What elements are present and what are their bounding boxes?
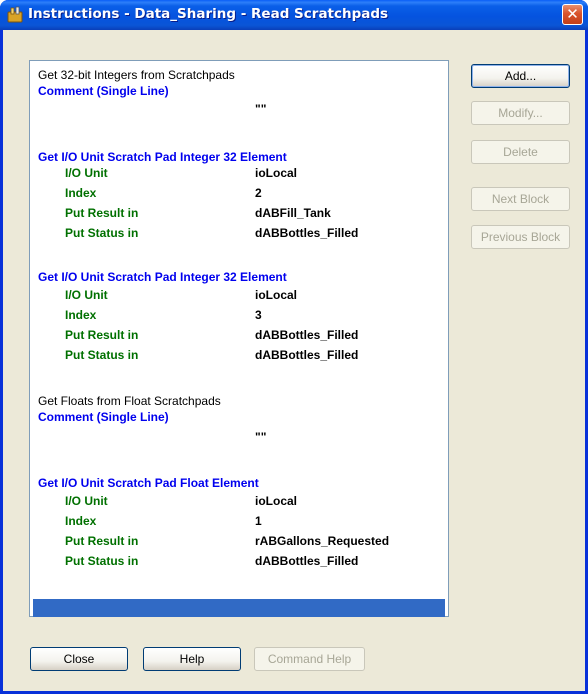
param-label-put-status: Put Status in — [65, 226, 139, 240]
next-block-button[interactable]: Next Block — [471, 187, 570, 211]
param-value-put-result: rABGallons_Requested — [255, 534, 390, 548]
param-label-io-unit: I/O Unit — [65, 166, 108, 180]
window-title: Instructions - Data_Sharing - Read Scrat… — [28, 6, 389, 22]
param-label-index: Index — [65, 514, 97, 528]
comment-value: "" — [255, 102, 267, 116]
selected-insertion-row[interactable] — [33, 599, 445, 617]
param-value-index: 1 — [255, 514, 262, 528]
title-bar[interactable]: Instructions - Data_Sharing - Read Scrat… — [0, 0, 588, 30]
param-value-index: 3 — [255, 308, 262, 322]
param-value-put-status: dABBottles_Filled — [255, 554, 359, 568]
instruction-heading: Get I/O Unit Scratch Pad Float Element — [38, 476, 259, 490]
param-value-put-result: dABBottles_Filled — [255, 328, 359, 342]
close-button[interactable]: Close — [30, 647, 128, 671]
delete-button[interactable]: Delete — [471, 140, 570, 164]
previous-block-button[interactable]: Previous Block — [471, 225, 570, 249]
param-label-io-unit: I/O Unit — [65, 494, 108, 508]
command-help-button[interactable]: Command Help — [254, 647, 365, 671]
param-value-put-status: dABBottles_Filled — [255, 226, 359, 240]
block-comment-heading: Get Floats from Float Scratchpads — [38, 394, 221, 408]
param-value-io-unit: ioLocal — [255, 494, 298, 508]
param-label-put-status: Put Status in — [65, 554, 139, 568]
param-value-index: 2 — [255, 186, 262, 200]
comment-label: Comment (Single Line) — [38, 84, 169, 98]
instructions-dialog: Instructions - Data_Sharing - Read Scrat… — [0, 0, 588, 694]
param-value-put-result: dABFill_Tank — [255, 206, 331, 220]
modify-button[interactable]: Modify... — [471, 101, 570, 125]
param-label-put-result: Put Result in — [65, 328, 139, 342]
block-comment-heading: Get 32-bit Integers from Scratchpads — [38, 68, 235, 82]
param-value-put-status: dABBottles_Filled — [255, 348, 359, 362]
param-value-io-unit: ioLocal — [255, 288, 298, 302]
add-button[interactable]: Add... — [471, 64, 570, 88]
instruction-heading: Get I/O Unit Scratch Pad Integer 32 Elem… — [38, 150, 287, 164]
param-value-io-unit: ioLocal — [255, 166, 298, 180]
comment-value: "" — [255, 430, 267, 444]
param-label-index: Index — [65, 186, 97, 200]
param-label-put-status: Put Status in — [65, 348, 139, 362]
instruction-list[interactable]: Get 32-bit Integers from Scratchpads Com… — [29, 60, 449, 617]
help-button[interactable]: Help — [143, 647, 241, 671]
param-label-io-unit: I/O Unit — [65, 288, 108, 302]
close-window-icon[interactable]: ✕ — [562, 4, 583, 25]
instructions-app-icon — [7, 6, 23, 23]
param-label-index: Index — [65, 308, 97, 322]
instruction-heading: Get I/O Unit Scratch Pad Integer 32 Elem… — [38, 270, 287, 284]
param-label-put-result: Put Result in — [65, 206, 139, 220]
comment-label: Comment (Single Line) — [38, 410, 169, 424]
param-label-put-result: Put Result in — [65, 534, 139, 548]
